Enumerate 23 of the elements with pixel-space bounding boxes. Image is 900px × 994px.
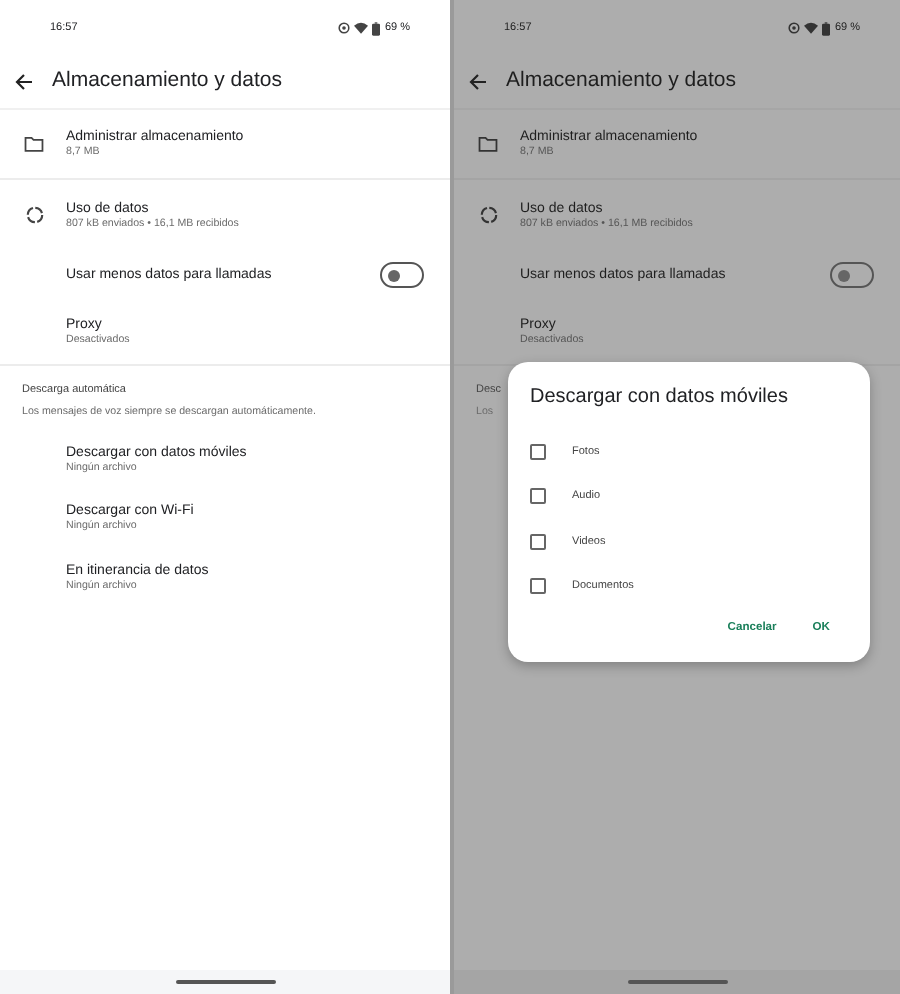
checkbox[interactable]	[530, 444, 546, 461]
data-usage-icon	[25, 206, 43, 224]
wifi-icon	[804, 22, 819, 34]
dialog-title: Descargar con datos móviles	[530, 384, 790, 412]
folder-icon	[478, 136, 498, 152]
home-handle	[627, 980, 727, 984]
checkbox[interactable]	[530, 533, 546, 550]
wifi-icon	[354, 22, 369, 34]
battery-icon	[822, 21, 831, 35]
checkbox[interactable]	[530, 578, 546, 595]
screen-title: Almacenamiento y datos	[506, 66, 736, 97]
screen-title: Almacenamiento y datos	[52, 66, 282, 97]
checkbox[interactable]	[530, 488, 546, 505]
toggle-switch[interactable]	[380, 262, 424, 288]
data-saver-icon	[788, 22, 801, 34]
back-icon[interactable]	[468, 72, 488, 92]
folder-icon	[24, 136, 44, 152]
back-icon[interactable]	[14, 72, 34, 92]
toggle-switch[interactable]	[830, 262, 874, 288]
battery-icon	[372, 21, 381, 35]
data-usage-icon	[479, 206, 497, 224]
data-saver-icon	[338, 22, 351, 34]
home-handle	[175, 980, 275, 984]
